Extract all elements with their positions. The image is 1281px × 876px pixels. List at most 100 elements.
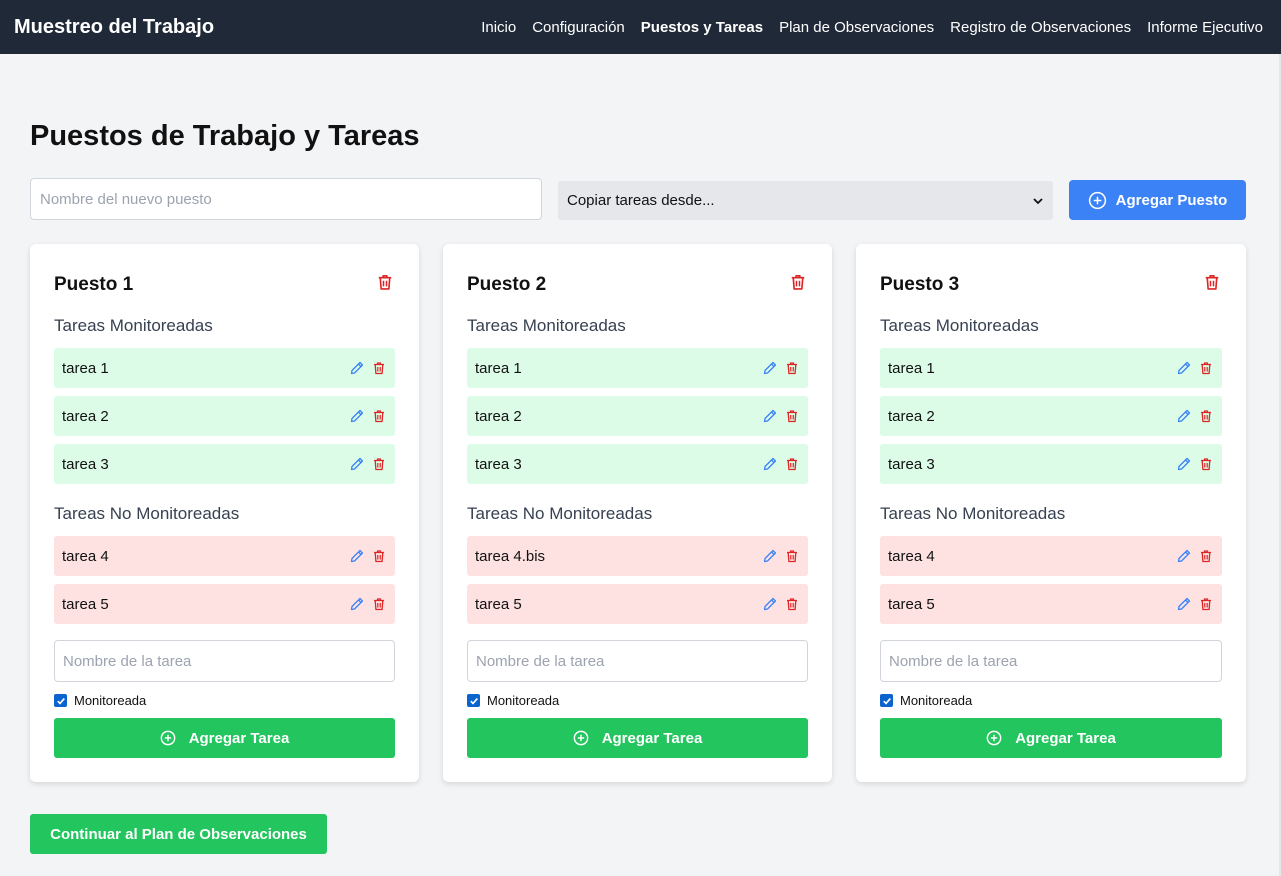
copy-tasks-select[interactable]: Copiar tareas desde... xyxy=(558,181,1053,220)
post-card: Puesto 2 Tareas Monitoreadas tarea 1 tarea … xyxy=(443,244,832,782)
trash-icon[interactable] xyxy=(371,548,387,564)
monitored-checkbox-label: Monitoreada xyxy=(487,693,560,708)
add-task-label: Agregar Tarea xyxy=(1015,729,1116,747)
trash-icon[interactable] xyxy=(1198,360,1214,376)
trash-icon[interactable] xyxy=(784,456,800,472)
nav-link-registro-de-observaciones[interactable]: Registro de Observaciones xyxy=(950,19,1131,36)
add-task-label: Agregar Tarea xyxy=(188,729,290,747)
pencil-icon[interactable] xyxy=(1176,548,1192,564)
plus-circle-icon xyxy=(986,730,1002,746)
pencil-icon[interactable] xyxy=(349,360,365,376)
task-name: tarea 4 xyxy=(888,547,935,565)
not-monitored-task-row: tarea 4.bis xyxy=(467,536,808,576)
task-name: tarea 3 xyxy=(888,455,935,473)
nav-link-configuracion[interactable]: Configuración xyxy=(532,19,625,36)
trash-icon[interactable] xyxy=(784,408,800,424)
task-name: tarea 3 xyxy=(62,455,109,473)
task-name: tarea 5 xyxy=(475,595,522,613)
pencil-icon[interactable] xyxy=(762,548,778,564)
task-name-input[interactable] xyxy=(880,640,1222,682)
copy-tasks-select-value: Copiar tareas desde... xyxy=(567,192,715,209)
pencil-icon[interactable] xyxy=(762,596,778,612)
delete-post-icon[interactable] xyxy=(1202,272,1222,297)
pencil-icon[interactable] xyxy=(1176,596,1192,612)
add-post-label: Agregar Puesto xyxy=(1115,191,1228,209)
add-task-button[interactable]: Agregar Tarea xyxy=(467,718,808,758)
monitored-task-row: tarea 1 xyxy=(467,348,808,388)
monitored-task-row: tarea 1 xyxy=(54,348,395,388)
trash-icon[interactable] xyxy=(1198,408,1214,424)
continue-to-plan-button[interactable]: Continuar al Plan de Observaciones xyxy=(30,814,327,854)
trash-icon[interactable] xyxy=(371,360,387,376)
top-navbar: Muestreo del Trabajo Inicio Configuració… xyxy=(0,0,1281,54)
trash-icon[interactable] xyxy=(371,596,387,612)
pencil-icon[interactable] xyxy=(349,408,365,424)
nav-link-puestos-y-tareas[interactable]: Puestos y Tareas xyxy=(641,19,763,36)
trash-icon[interactable] xyxy=(371,456,387,472)
not-monitored-section-label: Tareas No Monitoreadas xyxy=(54,504,240,523)
task-name: tarea 1 xyxy=(475,359,522,377)
monitored-section-label: Tareas Monitoreadas xyxy=(467,316,626,335)
new-post-name-input[interactable] xyxy=(30,178,542,220)
trash-icon[interactable] xyxy=(1198,548,1214,564)
add-task-label: Agregar Tarea xyxy=(601,729,703,747)
delete-post-icon[interactable] xyxy=(788,272,808,297)
chevron-down-icon xyxy=(1032,195,1044,207)
monitored-task-row: tarea 2 xyxy=(880,396,1222,436)
trash-icon[interactable] xyxy=(784,596,800,612)
app-brand[interactable]: Muestreo del Trabajo xyxy=(14,16,214,39)
add-task-button[interactable]: Agregar Tarea xyxy=(54,718,395,758)
task-name: tarea 1 xyxy=(888,359,935,377)
monitored-task-row: tarea 3 xyxy=(880,444,1222,484)
monitored-task-row: tarea 2 xyxy=(54,396,395,436)
pencil-icon[interactable] xyxy=(1176,408,1192,424)
not-monitored-task-row: tarea 5 xyxy=(54,584,395,624)
task-name: tarea 2 xyxy=(62,407,109,425)
pencil-icon[interactable] xyxy=(349,456,365,472)
trash-icon[interactable] xyxy=(1198,596,1214,612)
post-card: Puesto 1 Tareas Monitoreadas tarea 1 tarea … xyxy=(30,244,419,782)
trash-icon[interactable] xyxy=(1198,456,1214,472)
task-name: tarea 2 xyxy=(475,407,522,425)
nav-link-informe-ejecutivo[interactable]: Informe Ejecutivo xyxy=(1147,19,1263,36)
task-name-input[interactable] xyxy=(467,640,808,682)
pencil-icon[interactable] xyxy=(762,408,778,424)
pencil-icon[interactable] xyxy=(349,596,365,612)
delete-post-icon[interactable] xyxy=(375,272,395,297)
trash-icon[interactable] xyxy=(784,548,800,564)
task-name: tarea 2 xyxy=(888,407,935,425)
monitored-task-row: tarea 2 xyxy=(467,396,808,436)
pencil-icon[interactable] xyxy=(1176,360,1192,376)
nav-link-inicio[interactable]: Inicio xyxy=(481,19,516,36)
monitored-section-label: Tareas Monitoreadas xyxy=(54,316,213,335)
not-monitored-task-row: tarea 5 xyxy=(880,584,1222,624)
add-post-button[interactable]: Agregar Puesto xyxy=(1069,180,1246,220)
trash-icon[interactable] xyxy=(784,360,800,376)
plus-circle-icon xyxy=(1088,191,1107,210)
monitored-checkbox[interactable] xyxy=(467,694,480,707)
trash-icon[interactable] xyxy=(371,408,387,424)
nav-link-plan-de-observaciones[interactable]: Plan de Observaciones xyxy=(779,19,934,36)
plus-circle-icon xyxy=(160,730,176,746)
page-title: Puestos de Trabajo y Tareas xyxy=(30,120,420,152)
pencil-icon[interactable] xyxy=(762,456,778,472)
not-monitored-section-label: Tareas No Monitoreadas xyxy=(467,504,653,523)
post-title: Puesto 2 xyxy=(467,274,547,295)
task-name: tarea 5 xyxy=(62,595,109,613)
monitored-checkbox-field: Monitoreada xyxy=(467,693,559,708)
monitored-checkbox-field: Monitoreada xyxy=(880,693,972,708)
monitored-checkbox[interactable] xyxy=(54,694,67,707)
task-name: tarea 3 xyxy=(475,455,522,473)
add-task-button[interactable]: Agregar Tarea xyxy=(880,718,1222,758)
monitored-checkbox-field: Monitoreada xyxy=(54,693,146,708)
monitored-task-row: tarea 3 xyxy=(467,444,808,484)
pencil-icon[interactable] xyxy=(762,360,778,376)
nav-links: Inicio Configuración Puestos y Tareas Pl… xyxy=(481,19,1263,36)
monitored-task-row: tarea 1 xyxy=(880,348,1222,388)
monitored-checkbox[interactable] xyxy=(880,694,893,707)
pencil-icon[interactable] xyxy=(1176,456,1192,472)
monitored-checkbox-label: Monitoreada xyxy=(900,693,973,708)
not-monitored-section-label: Tareas No Monitoreadas xyxy=(880,504,1066,523)
pencil-icon[interactable] xyxy=(349,548,365,564)
task-name-input[interactable] xyxy=(54,640,395,682)
